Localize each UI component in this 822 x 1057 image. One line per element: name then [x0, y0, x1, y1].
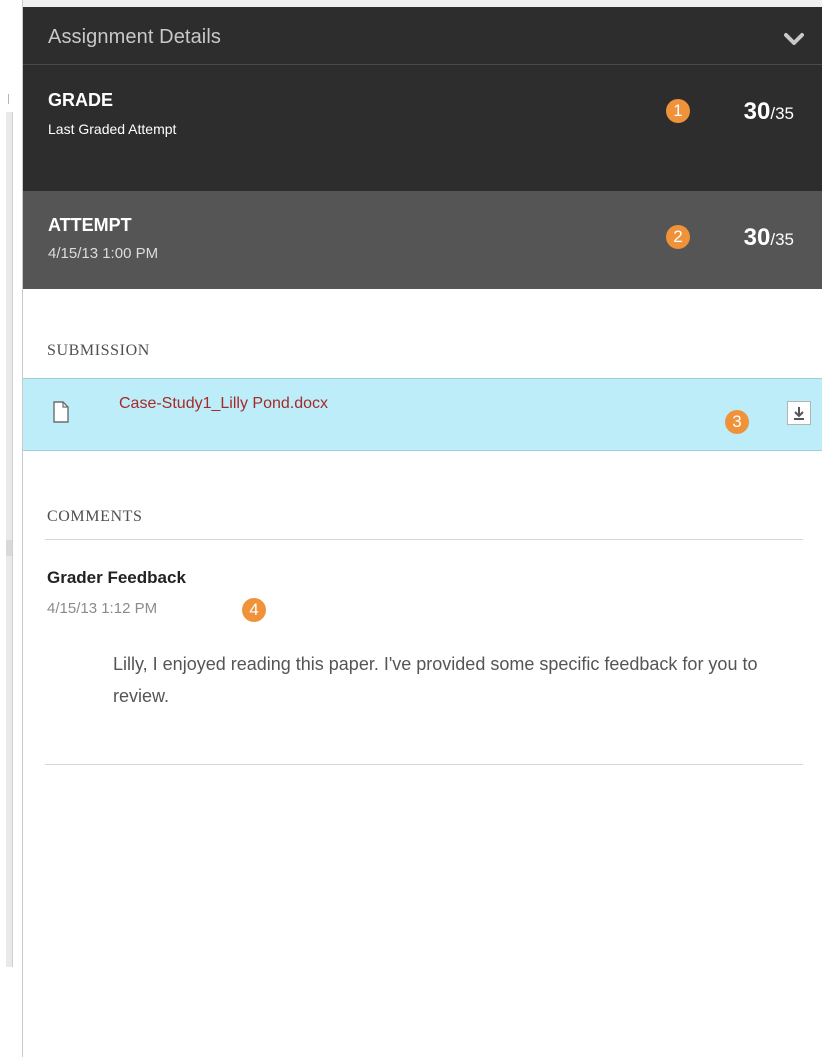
callout-badge-1: 1	[666, 99, 690, 123]
attempt-title: ATTEMPT	[48, 215, 132, 235]
callout-badge-3: 3	[725, 410, 749, 434]
download-button[interactable]	[787, 401, 811, 425]
document-icon	[53, 401, 69, 423]
attempt-score-value: 30	[743, 224, 771, 251]
callout-badge-4: 4	[242, 598, 266, 622]
chevron-down-icon[interactable]	[784, 32, 804, 46]
grade-score-total: /35	[770, 104, 794, 123]
submission-file-row[interactable]: Case-Study1_Lilly Pond.docx 3	[23, 378, 822, 451]
download-icon	[794, 407, 804, 420]
attempt-row[interactable]: ATTEMPT 4/15/13 1:00 PM 2 30/35	[23, 191, 822, 289]
page-edge-mark	[8, 94, 9, 104]
assignment-details-header[interactable]: Assignment Details	[23, 7, 822, 65]
submission-label: SUBMISSION	[47, 342, 150, 359]
comments-divider	[45, 539, 803, 540]
callout-badge-2: 2	[666, 225, 690, 249]
attempt-score-total: /35	[770, 230, 794, 249]
assignment-details-panel: Assignment Details GRADE Last Graded Att…	[22, 0, 822, 1057]
feedback-text: Lilly, I enjoyed reading this paper. I'v…	[113, 654, 758, 706]
submission-file-link[interactable]: Case-Study1_Lilly Pond.docx	[119, 395, 328, 413]
panel-top-gap	[23, 0, 822, 7]
feedback-divider	[45, 764, 803, 765]
page-edge	[0, 0, 22, 1057]
grade-score-value: 30	[743, 98, 771, 125]
attempt-score: 30/35	[744, 224, 794, 252]
comments-label: COMMENTS	[47, 508, 143, 525]
page: Assignment Details GRADE Last Graded Att…	[0, 0, 822, 1057]
grade-title: GRADE	[48, 90, 114, 110]
grade-row: GRADE Last Graded Attempt 1 30/35	[23, 65, 822, 191]
feedback-date: 4/15/13 1:12 PM	[47, 600, 158, 617]
feedback-title: Grader Feedback	[47, 568, 186, 587]
assignment-details-title: Assignment Details	[48, 26, 221, 48]
attempt-date: 4/15/13 1:00 PM	[48, 245, 159, 262]
grade-subtitle: Last Graded Attempt	[48, 121, 177, 137]
page-scrollbar-mark	[6, 540, 12, 556]
grade-score: 30/35	[744, 98, 794, 126]
